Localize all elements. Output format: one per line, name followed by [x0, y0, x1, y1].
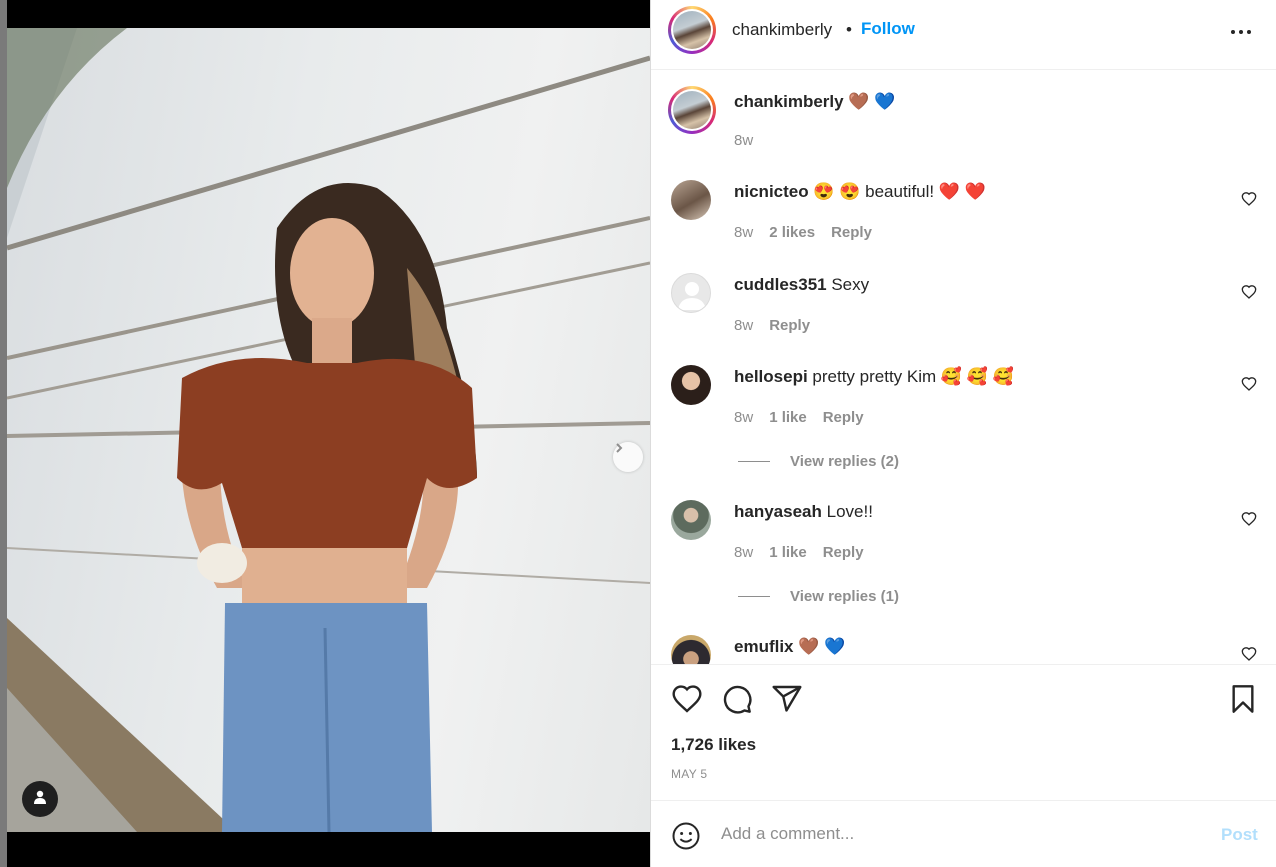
commenter-avatar[interactable]: [671, 635, 711, 664]
photo-illustration: [7, 28, 650, 832]
comment-text: hellosepi pretty pretty Kim 🥰 🥰 🥰: [734, 367, 1014, 387]
post-date[interactable]: MAY 5: [671, 767, 707, 781]
window-edge: [0, 0, 7, 867]
heart-icon[interactable]: [671, 683, 703, 715]
like-comment-heart-icon[interactable]: [1241, 284, 1257, 300]
more-options-button[interactable]: [1229, 22, 1253, 38]
comment-meta: 8w 2 likes Reply: [734, 224, 872, 241]
comment-body: 😍 😍 beautiful! ❤️ ❤️: [808, 182, 986, 201]
comment-body: Love!!: [821, 502, 873, 521]
caption: chankimberly 🤎 💙: [734, 92, 895, 112]
comment-meta: 8w 1 like Reply: [734, 544, 864, 561]
comments-list[interactable]: chankimberly 🤎 💙 8w nicnicteo 😍 😍 beauti…: [651, 70, 1276, 664]
comment-text: emuflix 🤎 💙: [734, 637, 845, 657]
comment-username[interactable]: nicnicteo: [734, 182, 809, 201]
caption-meta: 8w: [734, 132, 753, 149]
post-comment-button[interactable]: Post: [1221, 825, 1258, 845]
post-actions: 1,726 likes MAY 5: [651, 664, 1276, 800]
tagged-users-button[interactable]: [22, 781, 58, 817]
likes-count[interactable]: 1,726 likes: [671, 735, 756, 755]
commenter-avatar[interactable]: [671, 500, 711, 540]
comment-likes[interactable]: 2 likes: [769, 224, 815, 241]
replies-divider: [738, 596, 770, 597]
post-details-panel: chankimberly • Follow chankimberly 🤎 💙 8…: [650, 0, 1276, 867]
like-comment-heart-icon[interactable]: [1241, 376, 1257, 392]
reply-button[interactable]: Reply: [831, 224, 872, 241]
like-comment-heart-icon[interactable]: [1241, 511, 1257, 527]
commenter-avatar-default[interactable]: [671, 273, 711, 313]
caption-text: 🤎 💙: [848, 92, 896, 111]
view-replies-button[interactable]: View replies (2): [738, 453, 899, 470]
emoji-icon[interactable]: [671, 821, 701, 851]
replies-divider: [738, 461, 770, 462]
comment-text: nicnicteo 😍 😍 beautiful! ❤️ ❤️: [734, 182, 986, 202]
commenter-avatar[interactable]: [671, 365, 711, 405]
like-comment-heart-icon[interactable]: [1241, 191, 1257, 207]
commenter-avatar[interactable]: [671, 180, 711, 220]
caption-username[interactable]: chankimberly: [734, 92, 844, 111]
comment-username[interactable]: hanyaseah: [734, 502, 822, 521]
comment-icon[interactable]: [721, 683, 753, 715]
comment-text: hanyaseah Love!!: [734, 502, 873, 522]
reply-button[interactable]: Reply: [823, 544, 864, 561]
next-slide-button[interactable]: [613, 442, 643, 472]
view-replies-label[interactable]: View replies (2): [790, 453, 899, 470]
comment-meta: 8w 1 like Reply: [734, 409, 864, 426]
more-options-icon: [1231, 21, 1251, 39]
follow-button[interactable]: Follow: [861, 19, 915, 39]
post-photo[interactable]: [7, 28, 650, 832]
comment-body: Sexy: [826, 275, 870, 294]
comment-meta: 8w Reply: [734, 317, 810, 334]
comment-text: cuddles351 Sexy: [734, 275, 869, 295]
author-username[interactable]: chankimberly: [732, 20, 832, 40]
reply-button[interactable]: Reply: [769, 317, 810, 334]
comment-time[interactable]: 8w: [734, 317, 753, 334]
post-media: [0, 0, 650, 867]
caption-time[interactable]: 8w: [734, 132, 753, 149]
separator-dot: •: [846, 20, 852, 39]
post-header: chankimberly • Follow: [651, 0, 1276, 70]
like-comment-heart-icon[interactable]: [1241, 646, 1257, 662]
view-replies-button[interactable]: View replies (1): [738, 588, 899, 605]
comment-username[interactable]: emuflix: [734, 637, 794, 656]
comment-composer: Post: [651, 800, 1276, 867]
comment-body: pretty pretty Kim 🥰 🥰 🥰: [807, 367, 1014, 386]
bookmark-icon[interactable]: [1227, 683, 1259, 715]
user-tag-icon: [32, 789, 48, 810]
comment-input[interactable]: [721, 821, 1201, 847]
comment-username[interactable]: cuddles351: [734, 275, 827, 294]
comment-time[interactable]: 8w: [734, 544, 753, 561]
comment-likes[interactable]: 1 like: [769, 409, 807, 426]
share-icon[interactable]: [771, 683, 803, 715]
caption-avatar[interactable]: [668, 86, 716, 134]
comment-likes[interactable]: 1 like: [769, 544, 807, 561]
view-replies-label[interactable]: View replies (1): [790, 588, 899, 605]
comment-body: 🤎 💙: [793, 637, 846, 656]
author-avatar[interactable]: [668, 6, 716, 54]
comment-time[interactable]: 8w: [734, 224, 753, 241]
comment-username[interactable]: hellosepi: [734, 367, 808, 386]
comment-time[interactable]: 8w: [734, 409, 753, 426]
reply-button[interactable]: Reply: [823, 409, 864, 426]
